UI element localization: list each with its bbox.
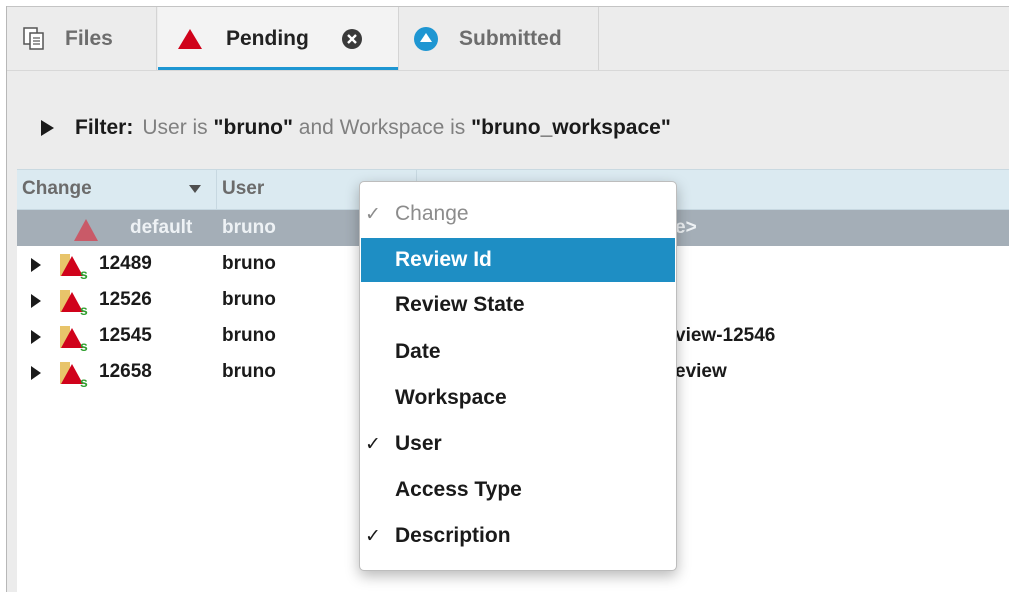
column-header-change[interactable]: Change bbox=[17, 170, 217, 209]
menu-item-review-state[interactable]: Review State bbox=[360, 283, 676, 327]
menu-item-review-id[interactable]: Review Id bbox=[361, 238, 675, 282]
svg-text:s: s bbox=[80, 266, 88, 280]
menu-item-access-type[interactable]: Access Type bbox=[360, 468, 676, 512]
column-chooser-menu: ✓ Change Review Id Review State Date Wor… bbox=[359, 181, 677, 571]
change-number: 12658 bbox=[99, 361, 152, 382]
change-user: bruno bbox=[222, 361, 276, 382]
menu-item-label: Review State bbox=[395, 293, 525, 316]
filter-text-user: User is bbox=[142, 116, 214, 139]
tab-pending[interactable]: Pending bbox=[158, 7, 399, 70]
checkmark-icon: ✓ bbox=[365, 434, 381, 455]
change-description: view-12546 bbox=[675, 325, 776, 346]
close-icon[interactable] bbox=[341, 28, 363, 50]
menu-item-user[interactable]: ✓ User bbox=[360, 422, 676, 466]
expand-row-icon[interactable] bbox=[31, 330, 41, 344]
tab-files[interactable]: Files bbox=[7, 7, 157, 70]
tab-files-label: Files bbox=[65, 26, 113, 50]
menu-item-change[interactable]: ✓ Change bbox=[360, 192, 676, 236]
column-header-user-label: User bbox=[222, 178, 265, 199]
change-number: 12489 bbox=[99, 253, 152, 274]
menu-item-label: Description bbox=[395, 524, 511, 547]
shelved-change-icon: s bbox=[60, 326, 88, 352]
checkmark-icon: ✓ bbox=[365, 526, 381, 547]
change-description: e> bbox=[675, 217, 697, 238]
expand-row-icon[interactable] bbox=[31, 258, 41, 272]
menu-item-workspace[interactable]: Workspace bbox=[360, 376, 676, 420]
expand-row-icon[interactable] bbox=[31, 366, 41, 380]
tab-submitted-label: Submitted bbox=[459, 26, 562, 50]
pending-change-icon bbox=[74, 219, 98, 241]
change-user: bruno bbox=[222, 217, 276, 238]
change-number: 12545 bbox=[99, 325, 152, 346]
menu-item-label: Access Type bbox=[395, 478, 522, 501]
menu-item-date[interactable]: Date bbox=[360, 330, 676, 374]
menu-item-label: Review Id bbox=[395, 248, 492, 271]
menu-item-label: Change bbox=[395, 202, 469, 225]
change-user: bruno bbox=[222, 253, 276, 274]
menu-item-label: User bbox=[395, 432, 442, 455]
svg-text:s: s bbox=[80, 374, 88, 388]
menu-item-label: Workspace bbox=[395, 386, 507, 409]
svg-text:s: s bbox=[80, 338, 88, 352]
filter-key: Filter: bbox=[75, 116, 134, 139]
filter-user-value: "bruno" bbox=[213, 116, 293, 139]
menu-item-label: Date bbox=[395, 340, 441, 363]
shelved-change-icon: s bbox=[60, 290, 88, 316]
tab-pending-label: Pending bbox=[226, 26, 309, 50]
checkmark-icon: ✓ bbox=[365, 204, 381, 225]
tab-divider bbox=[7, 70, 1009, 71]
filter-bar[interactable]: Filter: User is "bruno" and Workspace is… bbox=[41, 116, 671, 140]
change-number: 12526 bbox=[99, 289, 152, 310]
change-user: bruno bbox=[222, 325, 276, 346]
sort-descending-icon[interactable] bbox=[189, 185, 201, 193]
tab-bar: Files Pending Submitted bbox=[7, 7, 1009, 70]
change-description: eview bbox=[675, 361, 727, 382]
up-arrow-circle-icon bbox=[414, 26, 438, 51]
column-header-change-label: Change bbox=[22, 178, 92, 199]
filter-text-workspace: and Workspace is bbox=[292, 116, 472, 139]
document-icon bbox=[23, 26, 44, 50]
filter-workspace-value: "bruno_workspace" bbox=[471, 116, 671, 139]
change-number: default bbox=[130, 217, 193, 238]
shelved-change-icon: s bbox=[60, 254, 88, 280]
expand-row-icon[interactable] bbox=[31, 294, 41, 308]
menu-item-description[interactable]: ✓ Description bbox=[360, 514, 676, 558]
expand-filter-icon[interactable] bbox=[41, 120, 54, 136]
tab-submitted[interactable]: Submitted bbox=[399, 7, 599, 70]
triangle-icon bbox=[178, 28, 202, 49]
svg-text:s: s bbox=[80, 302, 88, 316]
shelved-change-icon: s bbox=[60, 362, 88, 388]
change-user: bruno bbox=[222, 289, 276, 310]
